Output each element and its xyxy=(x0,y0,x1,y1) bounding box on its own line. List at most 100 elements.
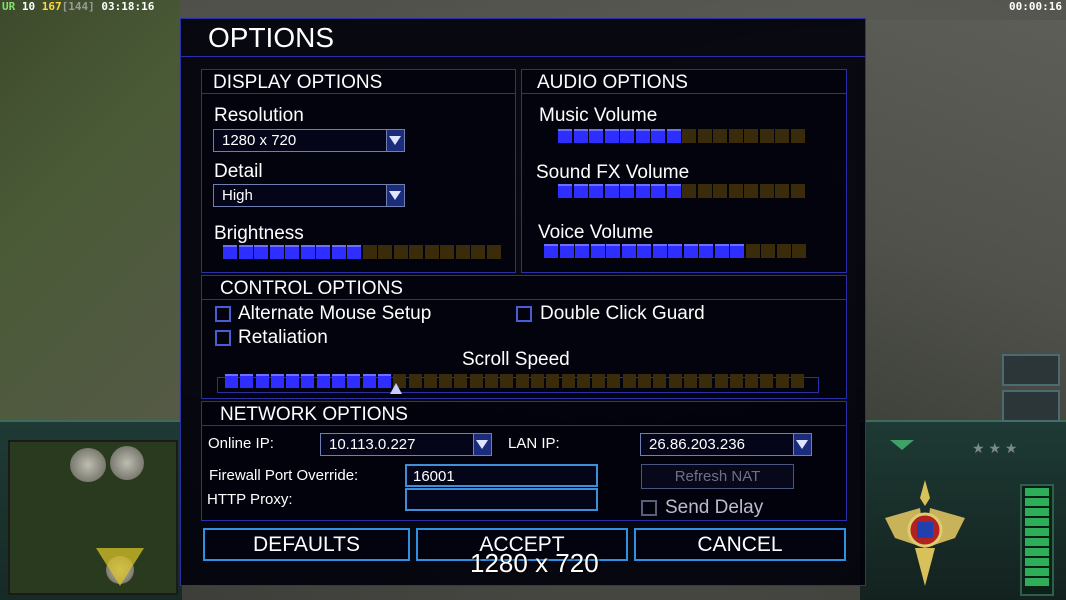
level-segment xyxy=(469,374,483,388)
audio-options-header: AUDIO OPTIONS xyxy=(537,72,688,93)
resolution-dropdown[interactable]: 1280 x 720 xyxy=(213,129,405,152)
level-segment xyxy=(573,129,588,143)
level-segment xyxy=(544,244,558,258)
level-segment xyxy=(440,245,454,259)
level-segment xyxy=(589,129,603,143)
level-segment xyxy=(790,184,805,198)
resolution-value: 1280 x 720 xyxy=(222,132,297,149)
panel-header: AUDIO OPTIONS xyxy=(522,70,846,94)
level-segment xyxy=(362,245,377,259)
level-segment xyxy=(699,374,713,388)
unit-portrait-vehicle-icon[interactable] xyxy=(1002,390,1060,422)
level-segment xyxy=(635,184,650,198)
level-segment xyxy=(682,129,696,143)
level-segment xyxy=(759,129,774,143)
control-options-header: CONTROL OPTIONS xyxy=(220,278,403,299)
chevron-down-icon[interactable] xyxy=(890,440,914,450)
level-segment xyxy=(668,244,682,258)
detail-dropdown[interactable]: High xyxy=(213,184,405,207)
lan-ip-label: LAN IP: xyxy=(508,435,560,452)
level-segment xyxy=(486,245,501,259)
music-volume-slider[interactable] xyxy=(558,129,806,143)
level-segment xyxy=(697,184,712,198)
level-segment xyxy=(439,374,453,388)
cancel-button[interactable]: CANCEL xyxy=(634,528,846,561)
chevron-down-icon[interactable] xyxy=(793,434,811,455)
display-options-header: DISPLAY OPTIONS xyxy=(213,72,383,93)
unit-portrait-helicopter-icon[interactable] xyxy=(1002,354,1060,386)
refresh-nat-button[interactable]: Refresh NAT xyxy=(641,464,794,489)
panel-header: CONTROL OPTIONS xyxy=(202,276,846,300)
options-title: OPTIONS xyxy=(208,22,335,53)
level-segment xyxy=(409,245,423,259)
retaliation-checkbox[interactable] xyxy=(215,330,231,346)
online-ip-dropdown[interactable]: 10.113.0.227 xyxy=(320,433,492,456)
level-segment xyxy=(347,374,361,388)
level-segment xyxy=(455,245,470,259)
level-segment xyxy=(485,374,499,388)
alternate-mouse-label: Alternate Mouse Setup xyxy=(238,303,432,324)
rank-stars-icon: ★ ★ ★ xyxy=(972,440,1018,456)
send-delay-checkbox[interactable] xyxy=(641,500,657,516)
music-volume-label: Music Volume xyxy=(539,105,658,126)
minimap[interactable] xyxy=(8,440,178,595)
chevron-down-icon[interactable] xyxy=(386,185,404,206)
level-segment xyxy=(558,184,572,198)
level-segment xyxy=(697,129,712,143)
level-segment xyxy=(546,374,560,388)
http-proxy-input[interactable] xyxy=(405,488,598,511)
level-segment xyxy=(332,374,346,388)
chevron-down-icon[interactable] xyxy=(386,130,404,151)
level-segment xyxy=(728,129,743,143)
level-segment xyxy=(286,374,300,388)
game-clock: 03:18:16 xyxy=(101,0,155,13)
brightness-label: Brightness xyxy=(214,223,304,244)
scroll-speed-slider[interactable] xyxy=(225,374,806,388)
voice-volume-label: Voice Volume xyxy=(538,222,654,243)
level-segment xyxy=(683,244,698,258)
level-segment xyxy=(775,184,789,198)
level-segment xyxy=(620,184,634,198)
chevron-down-icon[interactable] xyxy=(473,434,491,455)
level-segment xyxy=(316,374,330,388)
sfx-volume-slider[interactable] xyxy=(558,184,806,198)
online-ip-label: Online IP: xyxy=(208,435,274,452)
double-click-guard-checkbox[interactable] xyxy=(516,306,532,322)
level-segment xyxy=(347,245,361,259)
firewall-port-input[interactable]: 16001 xyxy=(405,464,598,487)
level-segment xyxy=(683,374,697,388)
level-segment xyxy=(745,374,759,388)
alternate-mouse-checkbox[interactable] xyxy=(215,306,231,322)
lan-ip-dropdown[interactable]: 26.86.203.236 xyxy=(640,433,812,456)
level-segment xyxy=(424,245,439,259)
level-segment xyxy=(668,374,682,388)
level-segment xyxy=(223,245,237,259)
scroll-speed-label: Scroll Speed xyxy=(462,349,570,370)
level-segment xyxy=(714,374,728,388)
panel-header: DISPLAY OPTIONS xyxy=(202,70,515,94)
level-segment xyxy=(592,374,606,388)
level-segment xyxy=(759,184,774,198)
level-segment xyxy=(225,374,238,388)
scroll-speed-thumb[interactable] xyxy=(390,383,402,394)
level-segment xyxy=(744,184,758,198)
session-timer: 00:00:16 xyxy=(1009,0,1062,13)
level-segment xyxy=(454,374,468,388)
level-segment xyxy=(561,374,575,388)
level-segment xyxy=(589,184,603,198)
resolution-overlay-text: 1280 x 720 xyxy=(470,548,599,578)
level-segment xyxy=(316,245,330,259)
lan-ip-value: 26.86.203.236 xyxy=(649,436,745,453)
level-segment xyxy=(713,129,727,143)
panel-header: NETWORK OPTIONS xyxy=(202,402,846,426)
level-segment xyxy=(635,129,650,143)
level-segment xyxy=(604,184,619,198)
voice-volume-slider[interactable] xyxy=(544,244,808,258)
options-title-bar: OPTIONS xyxy=(181,19,865,57)
minimap-structure xyxy=(110,446,144,480)
terrain-grass xyxy=(0,0,180,430)
brightness-slider[interactable] xyxy=(223,245,502,259)
defaults-button[interactable]: DEFAULTS xyxy=(203,528,410,561)
level-segment xyxy=(776,244,791,258)
level-segment xyxy=(590,244,605,258)
